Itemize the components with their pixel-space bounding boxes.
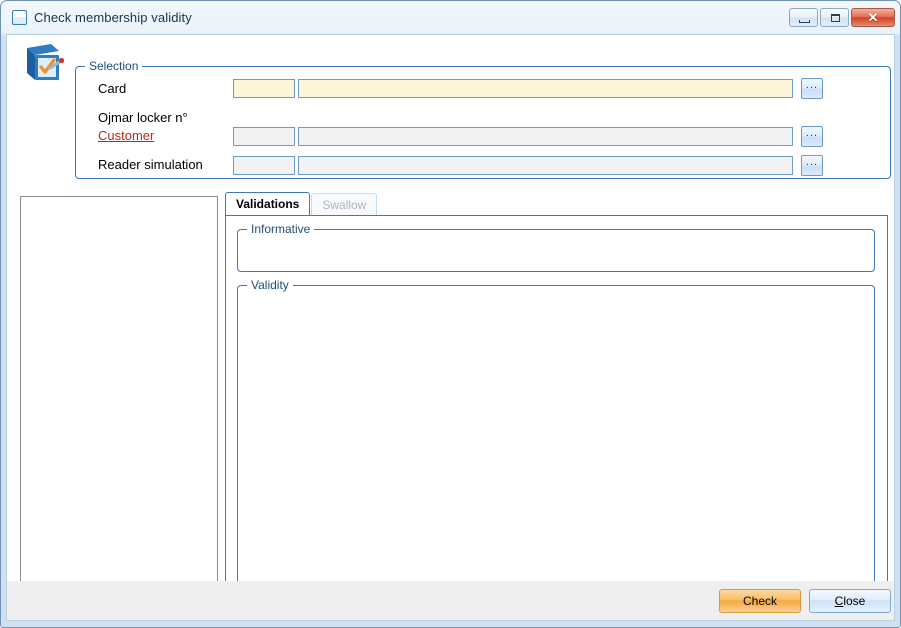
selection-group: Selection Card ... Ojmar locker n° Custo… (75, 66, 891, 179)
tab-validations[interactable]: Validations (225, 192, 310, 215)
close-button[interactable]: Close (809, 589, 891, 613)
informative-group: Informative (237, 229, 875, 272)
tab-panel-validations: Informative Validity (225, 215, 888, 605)
customer-browse-button[interactable]: ... (801, 126, 823, 147)
window-frame: Check membership validity ✕ (1, 1, 900, 627)
dialog-footer: Check Close (6, 581, 895, 621)
reader-simulation-code-input[interactable] (233, 156, 295, 175)
card-name-input[interactable] (298, 79, 793, 98)
card-browse-button[interactable]: ... (801, 78, 823, 99)
card-label: Card (98, 81, 126, 96)
reader-simulation-browse-button[interactable]: ... (801, 155, 823, 176)
reader-simulation-name-input[interactable] (298, 156, 793, 175)
card-code-input[interactable] (233, 79, 295, 98)
close-button-accelerator: C (835, 594, 844, 608)
close-icon: ✕ (852, 9, 894, 26)
minimize-icon (799, 20, 810, 23)
dialog-window: Check membership validity ✕ (0, 0, 901, 628)
check-validity-icon (21, 40, 65, 84)
validity-legend: Validity (247, 278, 293, 292)
customer-link[interactable]: Customer (98, 128, 154, 143)
client-area: Selection Card ... Ojmar locker n° Custo… (6, 34, 895, 621)
title-bar: Check membership validity ✕ (1, 1, 900, 34)
maximize-icon (831, 14, 840, 22)
window-title: Check membership validity (34, 10, 192, 25)
window-controls: ✕ (789, 8, 895, 27)
customer-code-input[interactable] (233, 127, 295, 146)
checkbox-icon (12, 10, 27, 25)
minimize-button[interactable] (789, 8, 818, 27)
customer-name-input[interactable] (298, 127, 793, 146)
close-window-button[interactable]: ✕ (851, 8, 895, 27)
selection-legend: Selection (85, 59, 142, 73)
tab-strip: Validations Swallow (225, 193, 377, 215)
results-panel[interactable] (20, 196, 218, 605)
close-button-label: lose (843, 594, 865, 608)
validity-group: Validity (237, 285, 875, 591)
tab-swallow[interactable]: Swallow (311, 193, 377, 215)
reader-simulation-label: Reader simulation (98, 157, 203, 172)
check-button[interactable]: Check (719, 589, 801, 613)
maximize-button[interactable] (820, 8, 849, 27)
informative-legend: Informative (247, 222, 314, 236)
tab-control: Validations Swallow Informative Validity (225, 193, 888, 605)
ojmar-locker-label: Ojmar locker n° (98, 110, 188, 125)
